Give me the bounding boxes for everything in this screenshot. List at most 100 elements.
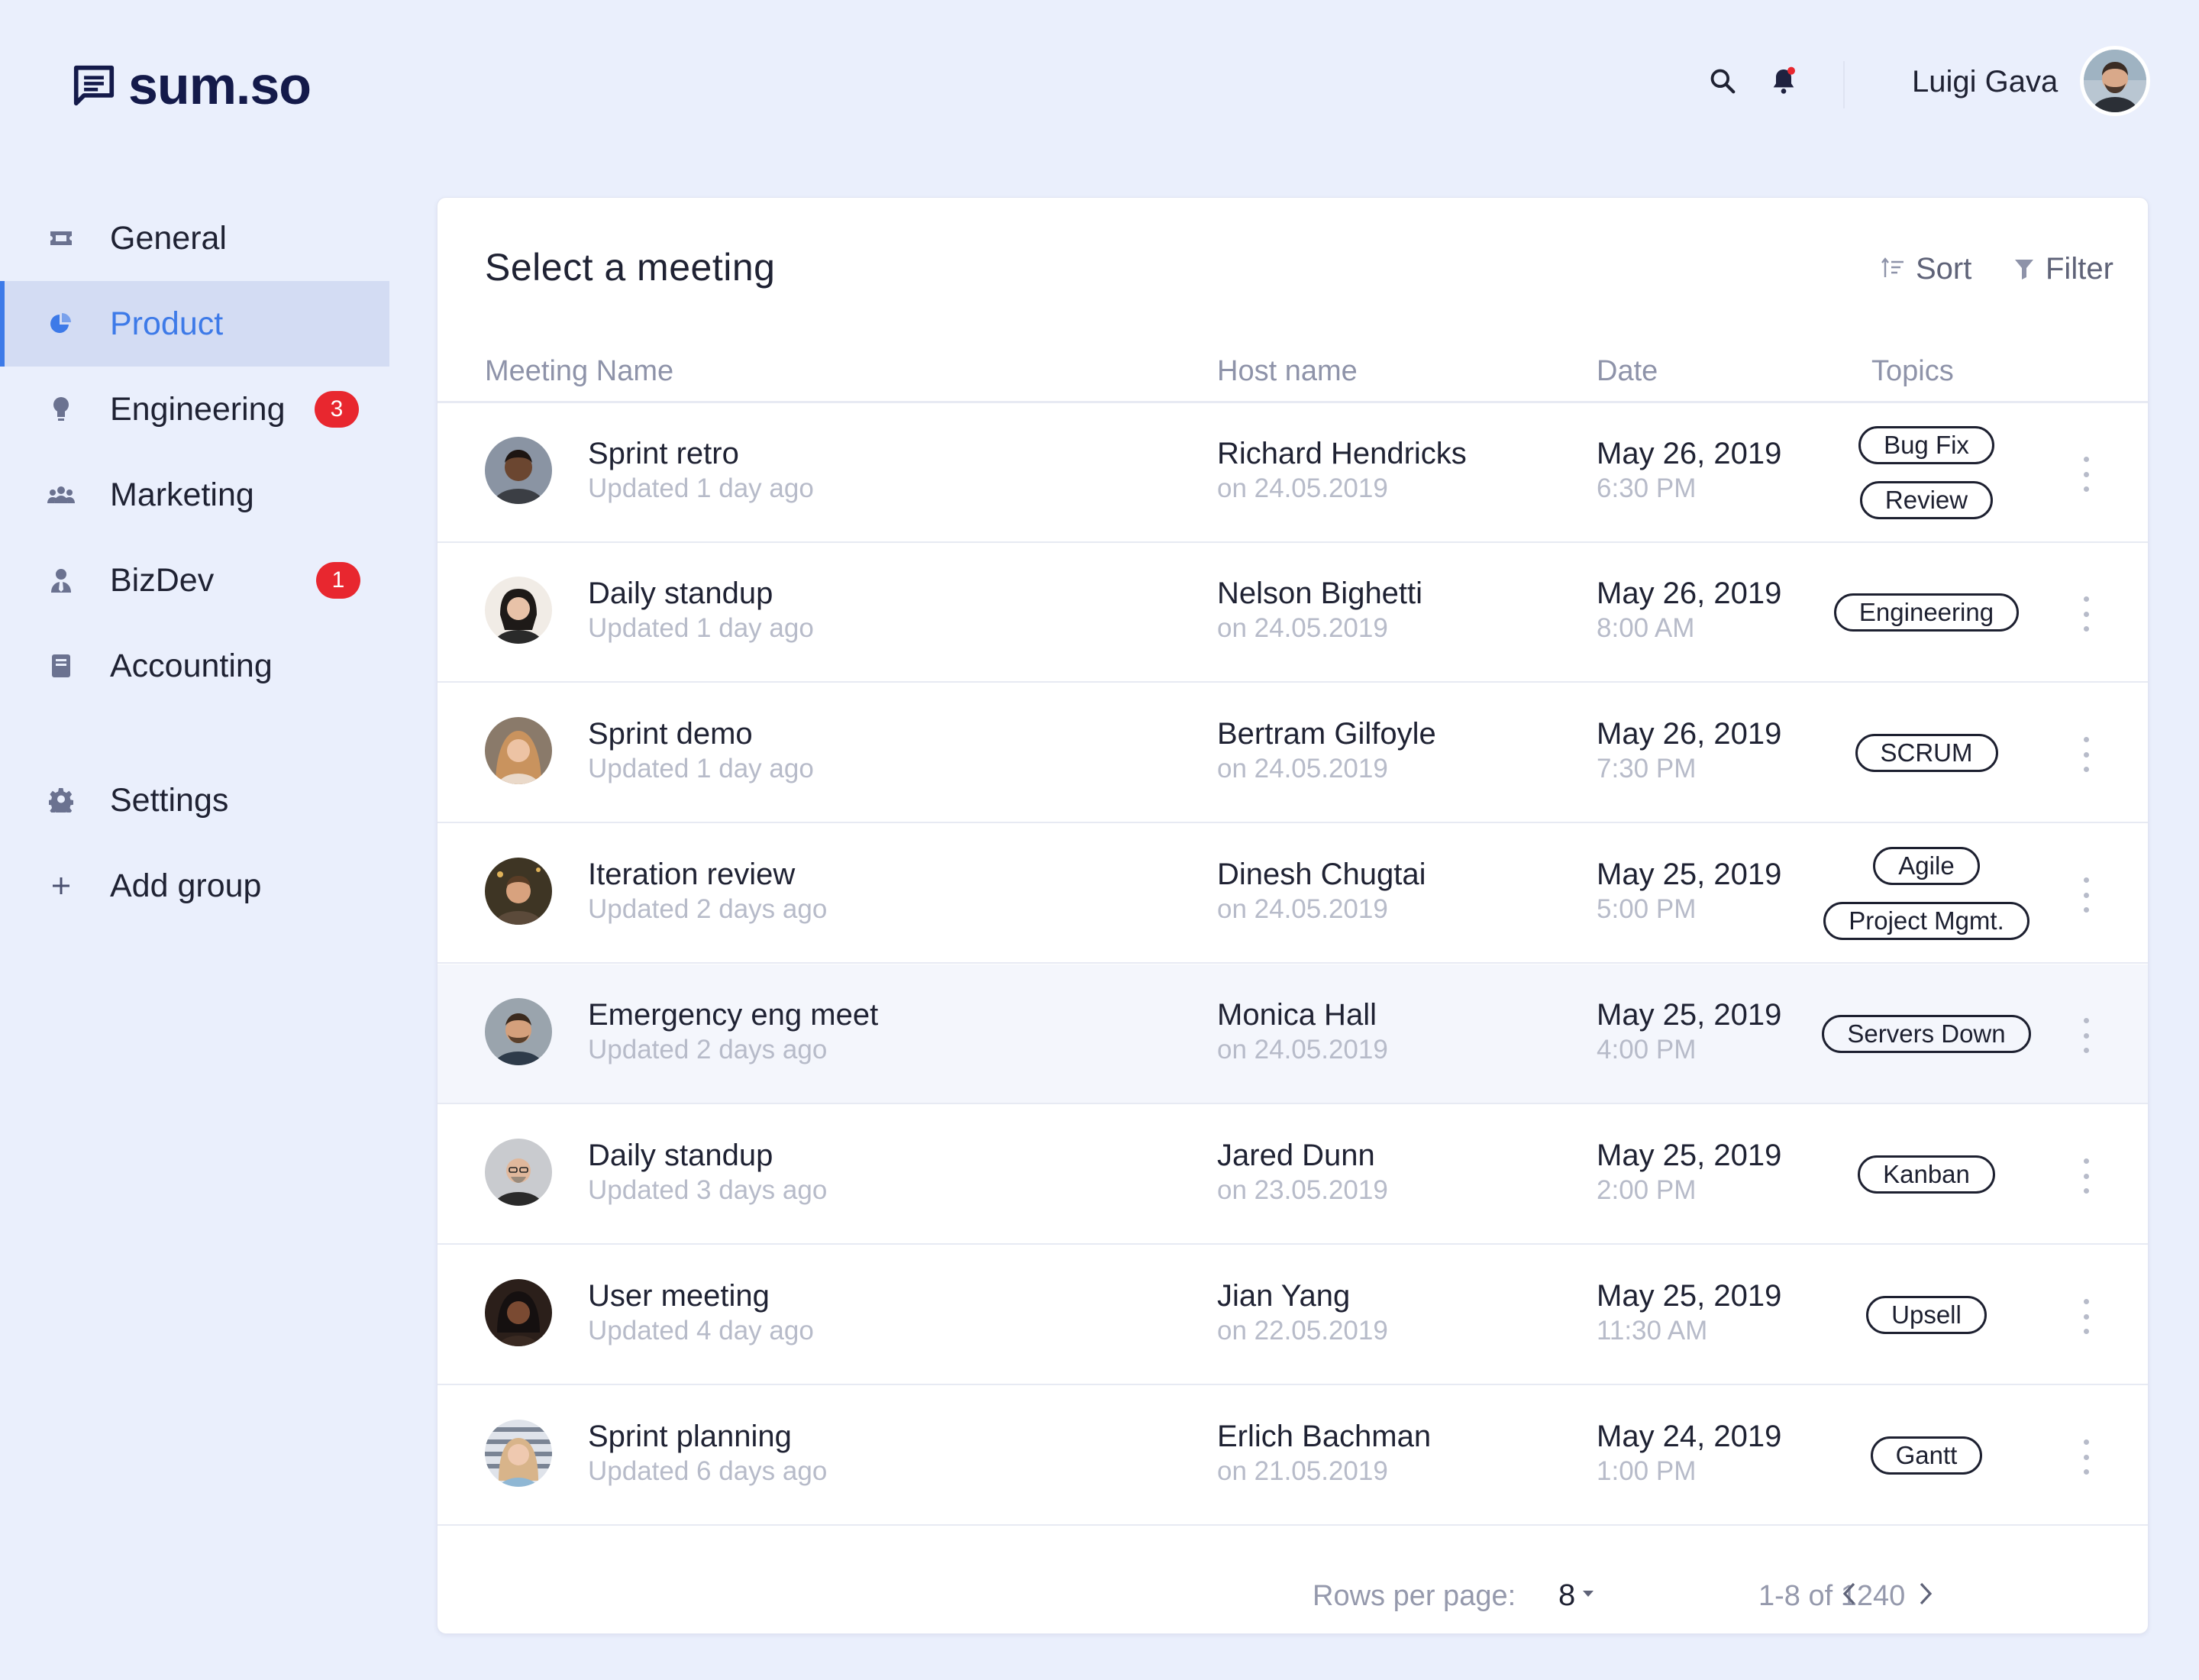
topic-chip[interactable]: SCRUM — [1855, 733, 1998, 772]
ticket-icon — [46, 223, 76, 254]
more-options-icon[interactable] — [2075, 1158, 2097, 1194]
chat-logo-icon — [73, 65, 115, 106]
table-row[interactable]: Sprint demo Updated 1 day ago Bertram Gi… — [438, 683, 2148, 823]
user-name[interactable]: Luigi Gava — [1912, 61, 2058, 102]
updated-text: Updated 1 day ago — [588, 754, 814, 783]
updated-text: Updated 2 days ago — [588, 1035, 828, 1065]
updated-text: Updated 1 day ago — [588, 473, 814, 503]
host-avatar — [485, 1420, 552, 1487]
topic-chip[interactable]: Kanban — [1858, 1155, 1995, 1194]
column-header-host[interactable]: Host name — [1217, 355, 1358, 388]
meeting-name: Sprint planning — [588, 1420, 792, 1453]
updated-text: Updated 6 days ago — [588, 1456, 828, 1486]
rows-per-page-value: 8 — [1558, 1578, 1576, 1612]
topics-cell: Servers Down — [1789, 964, 2064, 1103]
table-row[interactable]: Daily standup Updated 1 day ago Nelson B… — [438, 543, 2148, 683]
sort-icon — [1881, 257, 1904, 277]
host-date: on 24.05.2019 — [1217, 473, 1388, 503]
more-options-icon[interactable] — [2075, 457, 2097, 492]
meeting-time: 7:30 PM — [1597, 754, 1697, 783]
host-name: Dinesh Chugtai — [1217, 858, 1426, 891]
topic-chip[interactable]: Engineering — [1833, 593, 2020, 632]
meeting-time: 11:30 AM — [1597, 1316, 1708, 1346]
host-date: on 23.05.2019 — [1217, 1175, 1388, 1205]
search-button[interactable] — [1700, 58, 1745, 104]
host-name: Erlich Bachman — [1217, 1420, 1432, 1453]
topic-chip[interactable]: Servers Down — [1822, 1014, 2031, 1053]
meeting-date: May 25, 2019 — [1597, 1279, 1782, 1313]
chevron-right-icon — [1920, 1582, 1933, 1605]
host-date: on 24.05.2019 — [1217, 894, 1388, 924]
host-avatar — [485, 717, 552, 784]
topic-chip[interactable]: Review — [1859, 480, 1994, 519]
sidebar-item-label: Engineering — [110, 390, 286, 428]
updated-text: Updated 4 day ago — [588, 1316, 814, 1346]
table-row[interactable]: User meeting Updated 4 day ago Jian Yang… — [438, 1245, 2148, 1385]
host-name: Monica Hall — [1217, 998, 1377, 1032]
host-avatar — [485, 1279, 552, 1346]
sidebar-item-settings[interactable]: Settings — [0, 758, 389, 843]
sidebar-item-engineering[interactable]: Engineering 3 — [0, 367, 389, 452]
add-group-button[interactable]: Add group — [0, 843, 389, 929]
topic-chip[interactable]: Bug Fix — [1858, 425, 1994, 464]
notification-dot — [1787, 66, 1795, 75]
column-header-meeting[interactable]: Meeting Name — [485, 355, 673, 388]
table-row[interactable]: Sprint planning Updated 6 days ago Erlic… — [438, 1386, 2148, 1526]
sort-label: Sort — [1916, 251, 1972, 286]
column-header-date[interactable]: Date — [1597, 355, 1658, 388]
plus-icon — [46, 871, 76, 901]
gear-icon — [46, 785, 76, 816]
table-row[interactable]: Iteration review Updated 2 days ago Dine… — [438, 824, 2148, 964]
filter-button[interactable]: Filter — [2013, 250, 2113, 288]
people-icon — [46, 480, 76, 510]
host-name: Bertram Gilfoyle — [1217, 717, 1436, 751]
sidebar-item-label: General — [110, 219, 227, 257]
book-icon — [46, 651, 76, 681]
more-options-icon[interactable] — [2075, 877, 2097, 913]
sidebar-item-label: Accounting — [110, 647, 273, 684]
meeting-date: May 26, 2019 — [1597, 577, 1782, 610]
more-options-icon[interactable] — [2075, 596, 2097, 632]
lightbulb-icon — [46, 394, 76, 425]
previous-page-button[interactable] — [1827, 1571, 1873, 1617]
more-options-icon[interactable] — [2075, 1439, 2097, 1475]
more-options-icon[interactable] — [2075, 737, 2097, 772]
meeting-name: Sprint demo — [588, 717, 753, 751]
count-badge: 3 — [315, 391, 359, 428]
host-name: Nelson Bighetti — [1217, 577, 1423, 610]
next-page-button[interactable] — [1902, 1571, 1948, 1617]
sidebar-item-product[interactable]: Product — [0, 281, 389, 367]
topic-chip[interactable]: Project Mgmt. — [1823, 901, 2029, 940]
meeting-time: 5:00 PM — [1597, 894, 1697, 924]
user-avatar-image — [2084, 50, 2146, 112]
rows-per-page-label: Rows per page: — [1313, 1580, 1516, 1612]
notifications-button[interactable] — [1761, 58, 1807, 104]
person-tie-icon — [46, 565, 76, 596]
meeting-time: 1:00 PM — [1597, 1456, 1697, 1486]
sidebar-item-marketing[interactable]: Marketing — [0, 452, 389, 538]
caret-down-icon — [1583, 1590, 1594, 1597]
sidebar-item-general[interactable]: General — [0, 195, 389, 281]
topic-chip[interactable]: Upsell — [1866, 1295, 1987, 1334]
host-date: on 22.05.2019 — [1217, 1316, 1388, 1346]
column-header-topics[interactable]: Topics — [1871, 355, 1954, 388]
topic-chip[interactable]: Agile — [1873, 846, 1980, 885]
app-logo[interactable]: sum.so — [70, 53, 312, 118]
user-avatar[interactable] — [2080, 46, 2150, 116]
meeting-time: 4:00 PM — [1597, 1035, 1697, 1065]
table-row[interactable]: Sprint retro Updated 1 day ago Richard H… — [438, 403, 2148, 543]
sort-button[interactable]: Sort — [1881, 250, 1971, 288]
count-badge: 1 — [316, 562, 360, 599]
filter-icon — [2015, 260, 2033, 279]
topic-chip[interactable]: Gantt — [1870, 1436, 1983, 1475]
table-row[interactable]: Emergency eng meet Updated 2 days ago Mo… — [438, 964, 2148, 1104]
table-row[interactable]: Daily standup Updated 3 days ago Jared D… — [438, 1105, 2148, 1245]
search-icon — [1710, 69, 1736, 94]
more-options-icon[interactable] — [2075, 1299, 2097, 1334]
more-options-icon[interactable] — [2075, 1018, 2097, 1053]
rows-per-page-select[interactable]: 8 — [1558, 1578, 1594, 1613]
sidebar-item-bizdev[interactable]: BizDev 1 — [0, 538, 389, 623]
meeting-date: May 26, 2019 — [1597, 437, 1782, 470]
sidebar-item-accounting[interactable]: Accounting — [0, 623, 389, 709]
topics-cell: Agile Project Mgmt. — [1789, 824, 2064, 962]
